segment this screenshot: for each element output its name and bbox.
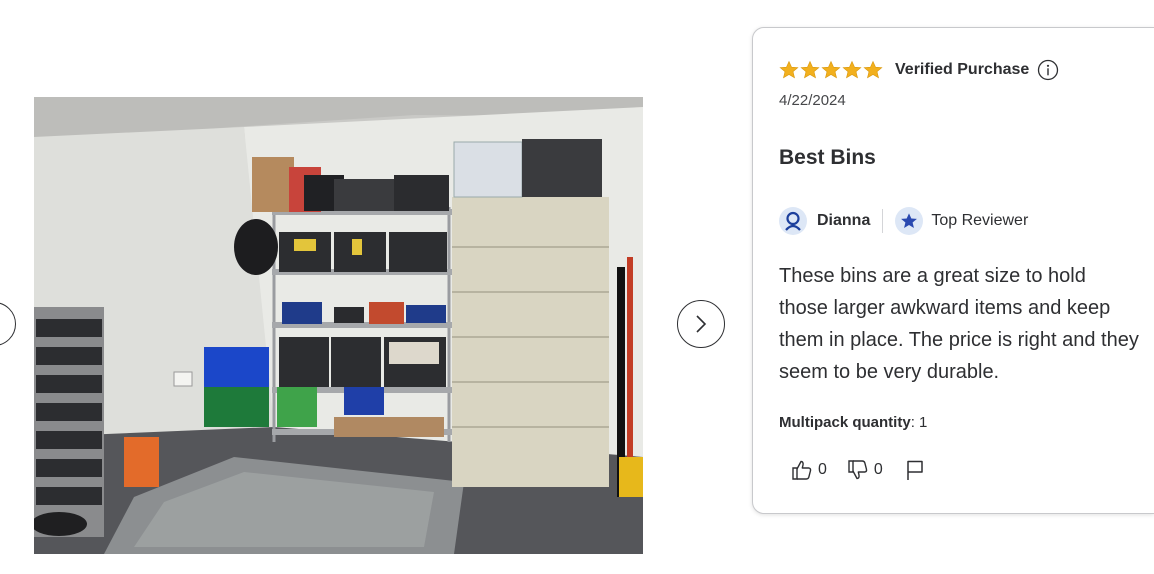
not-helpful-count: 0 — [873, 461, 883, 478]
review-body: These bins are a great size to hold thos… — [779, 265, 1139, 383]
thumbs-down-icon — [848, 460, 868, 480]
review-title: Best Bins — [779, 146, 876, 169]
previous-image-button[interactable] — [0, 302, 16, 346]
review-actions: 0 0 — [791, 456, 925, 484]
star-filled-icon — [842, 60, 862, 79]
chevron-right-icon — [696, 315, 707, 333]
star-filled-icon — [779, 60, 799, 79]
helpful-button[interactable]: 0 — [791, 459, 827, 481]
reviewer-row: Dianna Top Reviewer — [779, 207, 1028, 235]
thumbs-up-icon — [792, 460, 812, 480]
helpful-count: 0 — [818, 461, 827, 478]
review-photo — [34, 97, 643, 554]
divider — [882, 209, 884, 233]
review-date: 4/22/2024 — [779, 92, 846, 109]
multipack-value: : 1 — [910, 414, 928, 431]
review-card: Verified Purchase 4/22/2024 Best Bins Di… — [752, 27, 1154, 514]
storage-room-photo — [34, 97, 643, 554]
reviewer-name: Dianna — [817, 212, 871, 229]
reviewer-badge-label: Top Reviewer — [931, 212, 1029, 229]
star-badge-icon — [901, 213, 918, 229]
user-icon — [785, 211, 801, 231]
multipack-quantity: Multipack quantity: 1 — [779, 414, 927, 431]
flag-icon — [907, 460, 923, 480]
rating-row: Verified Purchase — [779, 58, 1059, 82]
star-filled-icon — [800, 60, 820, 79]
report-button[interactable] — [905, 459, 925, 481]
verified-purchase-label: Verified Purchase — [895, 61, 1030, 78]
avatar — [779, 207, 807, 235]
info-circle-icon[interactable] — [1037, 59, 1059, 81]
top-reviewer-badge — [895, 207, 924, 235]
star-rating — [779, 60, 883, 80]
not-helpful-button[interactable]: 0 — [847, 459, 883, 481]
next-image-button[interactable] — [677, 300, 725, 348]
star-filled-icon — [821, 60, 841, 79]
multipack-label: Multipack quantity — [779, 414, 911, 431]
star-filled-icon — [863, 60, 883, 79]
